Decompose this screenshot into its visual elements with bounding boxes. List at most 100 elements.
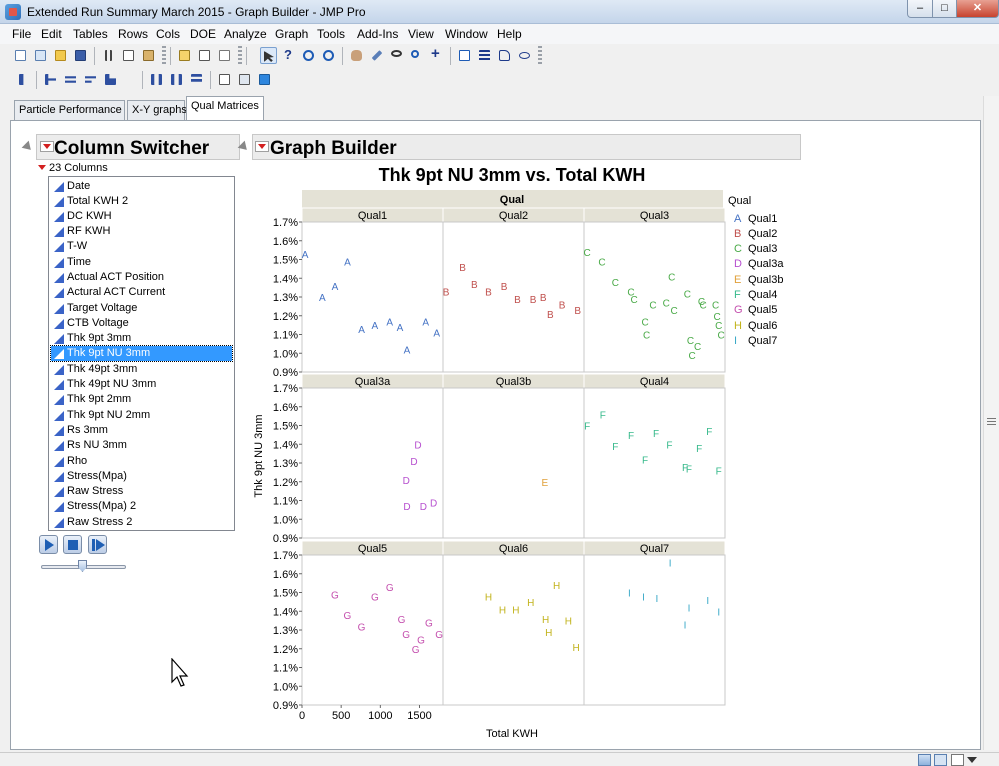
data-point[interactable]: F bbox=[653, 429, 659, 440]
data-point[interactable]: A bbox=[358, 325, 365, 336]
column-item[interactable]: Thk 9pt NU 2mm bbox=[51, 408, 232, 423]
minimize-button[interactable]: – bbox=[907, 0, 933, 18]
column-item[interactable]: Rs NU 3mm bbox=[51, 438, 232, 453]
data-point[interactable]: H bbox=[565, 617, 572, 628]
column-item[interactable]: Stress(Mpa) bbox=[51, 469, 232, 484]
menu-view[interactable]: View bbox=[408, 27, 434, 41]
transpose-icon[interactable] bbox=[102, 71, 119, 88]
data-point[interactable]: H bbox=[527, 598, 534, 609]
data-point[interactable]: G bbox=[358, 622, 366, 633]
data-point[interactable]: E bbox=[541, 478, 548, 489]
lasso-tool-icon[interactable] bbox=[388, 47, 405, 64]
data-point[interactable]: F bbox=[642, 455, 648, 466]
data-point[interactable]: C bbox=[643, 331, 650, 342]
step-button[interactable] bbox=[88, 535, 107, 554]
column-item[interactable]: Date bbox=[51, 179, 232, 194]
update-icon[interactable] bbox=[168, 71, 185, 88]
arrow-tool-icon[interactable] bbox=[260, 47, 277, 64]
data-point[interactable]: I bbox=[628, 589, 631, 600]
maximize-button[interactable]: □ bbox=[932, 0, 957, 18]
column-count-menu-icon[interactable] bbox=[37, 163, 47, 173]
data-point[interactable]: H bbox=[512, 605, 519, 616]
oval-tool-icon[interactable] bbox=[516, 47, 533, 64]
column-list[interactable]: Date Total KWH 2 DC KWH RF KWH T-W Time … bbox=[48, 176, 235, 531]
copy-icon[interactable] bbox=[120, 47, 137, 64]
legend-item-qual6[interactable]: H Qual6 bbox=[734, 320, 777, 335]
sort-icon[interactable] bbox=[42, 71, 59, 88]
data-point[interactable]: C bbox=[663, 299, 670, 310]
data-point[interactable]: F bbox=[628, 431, 634, 442]
polygon-tool-icon[interactable] bbox=[496, 47, 513, 64]
data-point[interactable]: F bbox=[666, 440, 672, 451]
data-point[interactable]: B bbox=[547, 310, 554, 321]
column-item[interactable]: DC KWH bbox=[51, 209, 232, 224]
data-point[interactable]: A bbox=[302, 250, 309, 261]
legend-item-qual2[interactable]: B Qual2 bbox=[734, 228, 777, 243]
open-icon[interactable] bbox=[52, 47, 69, 64]
column-item[interactable]: Total KWH 2 bbox=[51, 194, 232, 209]
column-item[interactable]: Raw Stress 2 bbox=[51, 515, 232, 530]
data-point[interactable]: H bbox=[573, 643, 580, 654]
legend-item-qual3a[interactable]: D Qual3a bbox=[734, 258, 783, 273]
column-item[interactable]: Rho bbox=[51, 454, 232, 469]
close-button[interactable]: ✕ bbox=[956, 0, 999, 18]
run-script-icon[interactable] bbox=[256, 71, 273, 88]
menu-graph[interactable]: Graph bbox=[275, 27, 308, 41]
data-point[interactable]: I bbox=[642, 592, 645, 603]
magnifier-tool-icon[interactable] bbox=[408, 47, 425, 64]
tabulate-icon[interactable] bbox=[216, 71, 233, 88]
data-point[interactable]: B bbox=[514, 295, 521, 306]
column-item[interactable]: Thk 9pt 3mm bbox=[51, 331, 232, 346]
menu-cols[interactable]: Cols bbox=[156, 27, 180, 41]
data-point[interactable]: H bbox=[499, 605, 506, 616]
data-point[interactable]: C bbox=[699, 301, 706, 312]
new-table-icon[interactable] bbox=[12, 47, 29, 64]
data-point[interactable]: A bbox=[386, 317, 393, 328]
data-point[interactable]: C bbox=[598, 257, 605, 268]
data-point[interactable]: I bbox=[688, 604, 691, 615]
line-tool-icon[interactable] bbox=[476, 47, 493, 64]
column-switcher-header[interactable]: Column Switcher bbox=[21, 134, 240, 160]
window-list-icon[interactable] bbox=[951, 754, 964, 766]
new-script-icon[interactable] bbox=[32, 47, 49, 64]
save-icon[interactable] bbox=[72, 47, 89, 64]
data-point[interactable]: H bbox=[485, 592, 492, 603]
data-point[interactable]: C bbox=[612, 278, 619, 289]
column-item[interactable]: CTB Voltage bbox=[51, 316, 232, 331]
data-point[interactable]: G bbox=[398, 615, 406, 626]
data-point[interactable]: C bbox=[641, 317, 648, 328]
join-icon[interactable] bbox=[148, 71, 165, 88]
data-point[interactable]: I bbox=[706, 596, 709, 607]
data-point[interactable]: B bbox=[485, 287, 492, 298]
data-point[interactable]: A bbox=[397, 323, 404, 334]
data-point[interactable]: G bbox=[402, 630, 410, 641]
data-table-list-icon[interactable] bbox=[176, 47, 193, 64]
vertical-scrollbar[interactable] bbox=[983, 96, 999, 750]
data-point[interactable]: D bbox=[420, 502, 427, 513]
column-item[interactable]: Thk 9pt 2mm bbox=[51, 392, 232, 407]
column-item[interactable]: Thk 49pt NU 3mm bbox=[51, 377, 232, 392]
data-point[interactable]: C bbox=[584, 248, 591, 259]
data-point[interactable]: B bbox=[574, 306, 581, 317]
selection-tool-icon[interactable] bbox=[300, 47, 317, 64]
menu-tables[interactable]: Tables bbox=[73, 27, 108, 41]
split-icon[interactable] bbox=[82, 71, 99, 88]
menu-analyze[interactable]: Analyze bbox=[224, 27, 267, 41]
menu-edit[interactable]: Edit bbox=[41, 27, 62, 41]
graph-builder-header[interactable]: Graph Builder bbox=[237, 134, 801, 160]
legend-item-qual5[interactable]: G Qual5 bbox=[734, 304, 777, 319]
data-point[interactable]: I bbox=[669, 559, 672, 570]
column-item[interactable]: Stress(Mpa) 2 bbox=[51, 499, 232, 514]
column-item[interactable]: Target Voltage bbox=[51, 301, 232, 316]
data-point[interactable]: F bbox=[612, 442, 618, 453]
data-point[interactable]: H bbox=[542, 615, 549, 626]
data-point[interactable]: C bbox=[668, 272, 675, 283]
data-point[interactable]: B bbox=[530, 295, 537, 306]
data-point[interactable]: G bbox=[344, 611, 352, 622]
subset-icon[interactable] bbox=[16, 71, 33, 88]
data-point[interactable]: C bbox=[688, 351, 695, 362]
annotate-tool-icon[interactable] bbox=[456, 47, 473, 64]
data-point[interactable]: A bbox=[319, 293, 326, 304]
data-point[interactable]: B bbox=[471, 280, 478, 291]
data-point[interactable]: H bbox=[553, 581, 560, 592]
